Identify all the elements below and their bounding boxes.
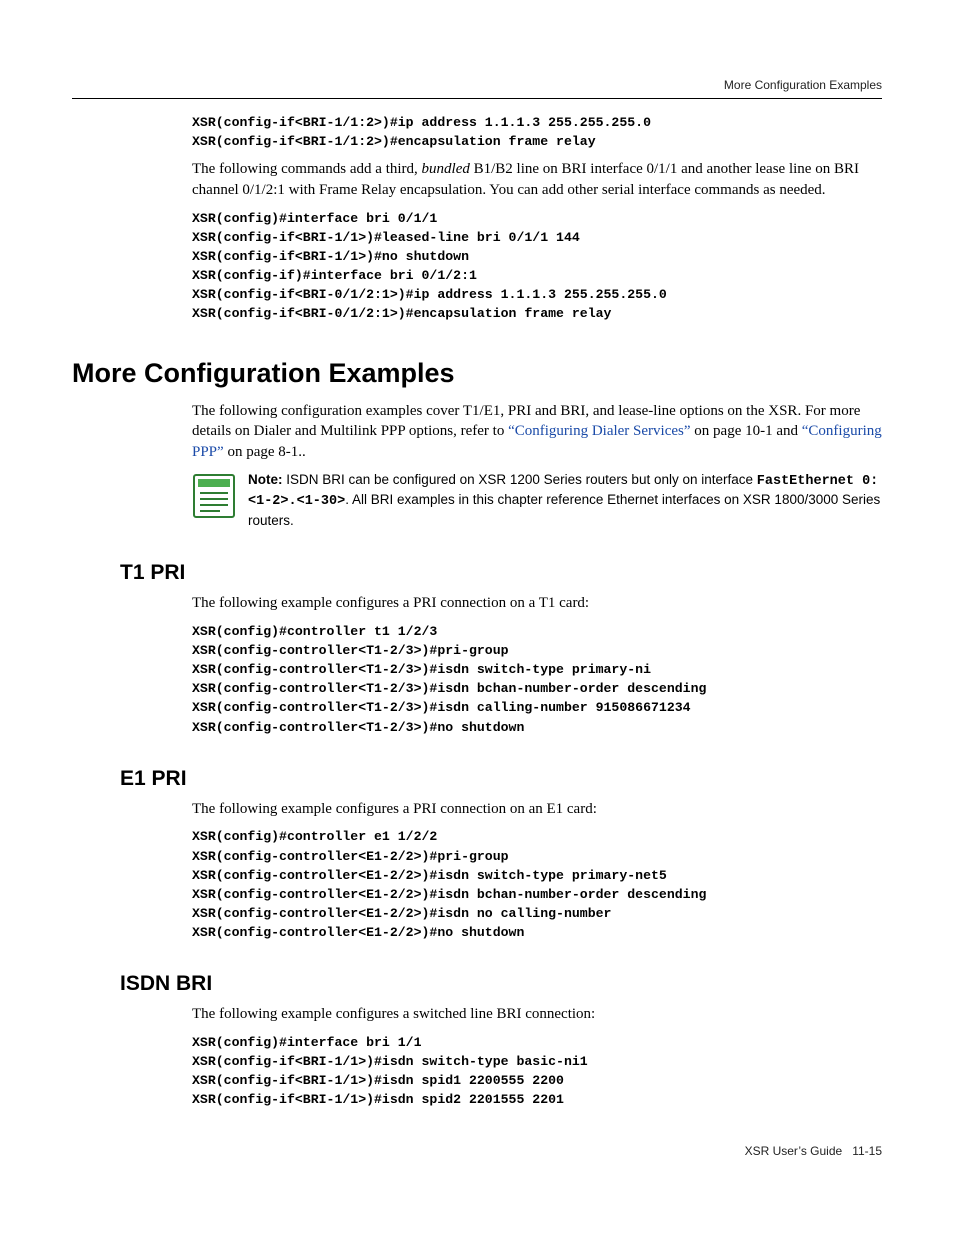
code-block-e1-pri: XSR(config)#controller e1 1/2/2 XSR(conf…	[192, 827, 882, 942]
t1-pri-para: The following example configures a PRI c…	[192, 593, 882, 614]
code-block-t1-pri: XSR(config)#controller t1 1/2/3 XSR(conf…	[192, 622, 882, 737]
more-config-para: The following configuration examples cov…	[192, 401, 882, 463]
note-icon	[192, 473, 236, 519]
more-para-mid: on page 10-1 and	[691, 423, 802, 439]
link-dialer-services[interactable]: “Configuring Dialer Services”	[508, 423, 690, 439]
isdn-bri-body: The following example configures a switc…	[192, 1004, 882, 1109]
intro-text-italic: bundled	[422, 161, 470, 177]
code-block-isdn-bri: XSR(config)#interface bri 1/1 XSR(config…	[192, 1033, 882, 1110]
page: More Configuration Examples XSR(config-i…	[0, 0, 954, 1218]
running-header: More Configuration Examples	[72, 78, 882, 92]
note-text: Note: ISDN BRI can be configured on XSR …	[248, 471, 882, 532]
more-para-post: on page 8-1..	[224, 444, 306, 460]
intro-text-pre: The following commands add a third,	[192, 161, 422, 177]
more-config-body: The following configuration examples cov…	[192, 401, 882, 532]
footer-pagenum: 11-15	[852, 1144, 882, 1158]
note-row: Note: ISDN BRI can be configured on XSR …	[192, 471, 882, 532]
note-text1: ISDN BRI can be configured on XSR 1200 S…	[283, 472, 757, 487]
footer-guide: XSR User’s Guide	[745, 1144, 843, 1158]
footer: XSR User’s Guide 11-15	[72, 1144, 882, 1158]
isdn-bri-para: The following example configures a switc…	[192, 1004, 882, 1025]
code-block-top: XSR(config-if<BRI-1/1:2>)#ip address 1.1…	[192, 113, 882, 151]
t1-pri-body: The following example configures a PRI c…	[192, 593, 882, 737]
code-block-intro: XSR(config)#interface bri 0/1/1 XSR(conf…	[192, 209, 882, 324]
header-rule	[72, 98, 882, 99]
e1-pri-body: The following example configures a PRI c…	[192, 799, 882, 943]
intro-block: XSR(config-if<BRI-1/1:2>)#ip address 1.1…	[192, 113, 882, 324]
heading-t1-pri: T1 PRI	[120, 561, 882, 585]
heading-e1-pri: E1 PRI	[120, 767, 882, 791]
intro-paragraph: The following commands add a third, bund…	[192, 159, 882, 200]
heading-more-config: More Configuration Examples	[72, 358, 882, 389]
note-label: Note:	[248, 472, 283, 487]
heading-isdn-bri: ISDN BRI	[120, 972, 882, 996]
e1-pri-para: The following example configures a PRI c…	[192, 799, 882, 820]
